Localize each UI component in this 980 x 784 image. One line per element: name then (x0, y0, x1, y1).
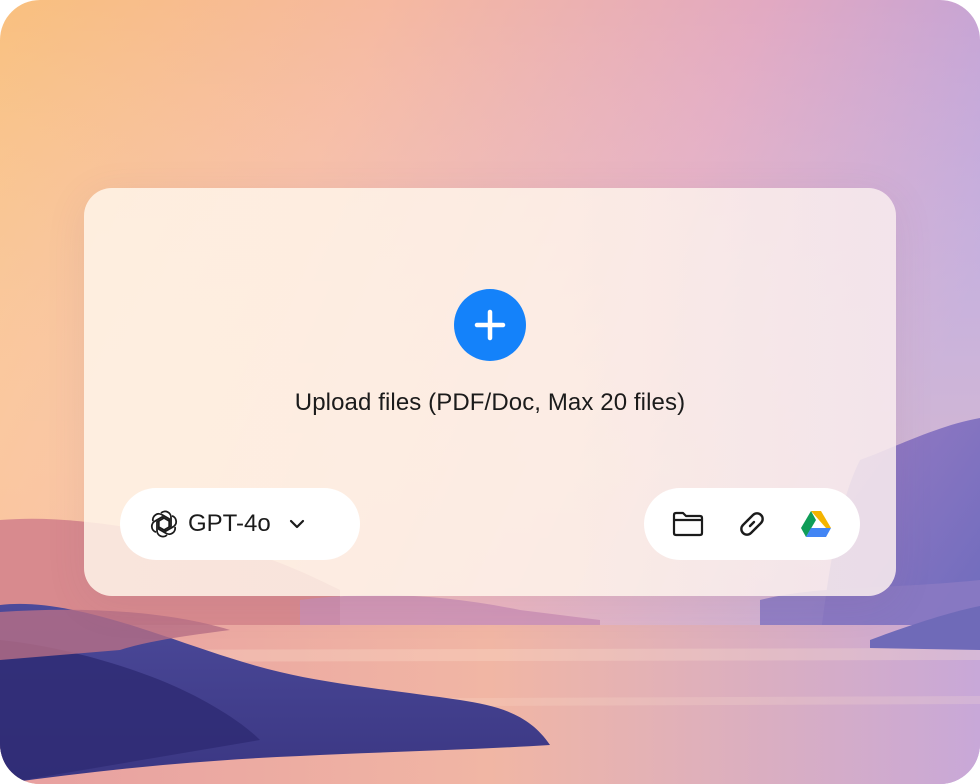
link-icon (740, 512, 764, 536)
source-buttons (644, 488, 860, 560)
folder-button[interactable] (666, 502, 710, 546)
folder-icon (672, 511, 704, 537)
model-name: GPT-4o (188, 510, 271, 537)
model-selector[interactable]: GPT-4o (120, 488, 360, 560)
google-drive-button[interactable] (794, 502, 838, 546)
google-drive-icon (801, 511, 831, 537)
chevron-down-icon (285, 512, 309, 536)
app-window: Upload files (PDF/Doc, Max 20 files) GPT… (0, 0, 980, 784)
upload-instructions: Upload files (PDF/Doc, Max 20 files) (294, 389, 686, 416)
upload-button[interactable] (454, 289, 526, 361)
upload-card: Upload files (PDF/Doc, Max 20 files) GPT… (84, 188, 896, 596)
openai-logo-icon (148, 508, 180, 540)
plus-icon (474, 309, 506, 341)
link-button[interactable] (730, 502, 774, 546)
